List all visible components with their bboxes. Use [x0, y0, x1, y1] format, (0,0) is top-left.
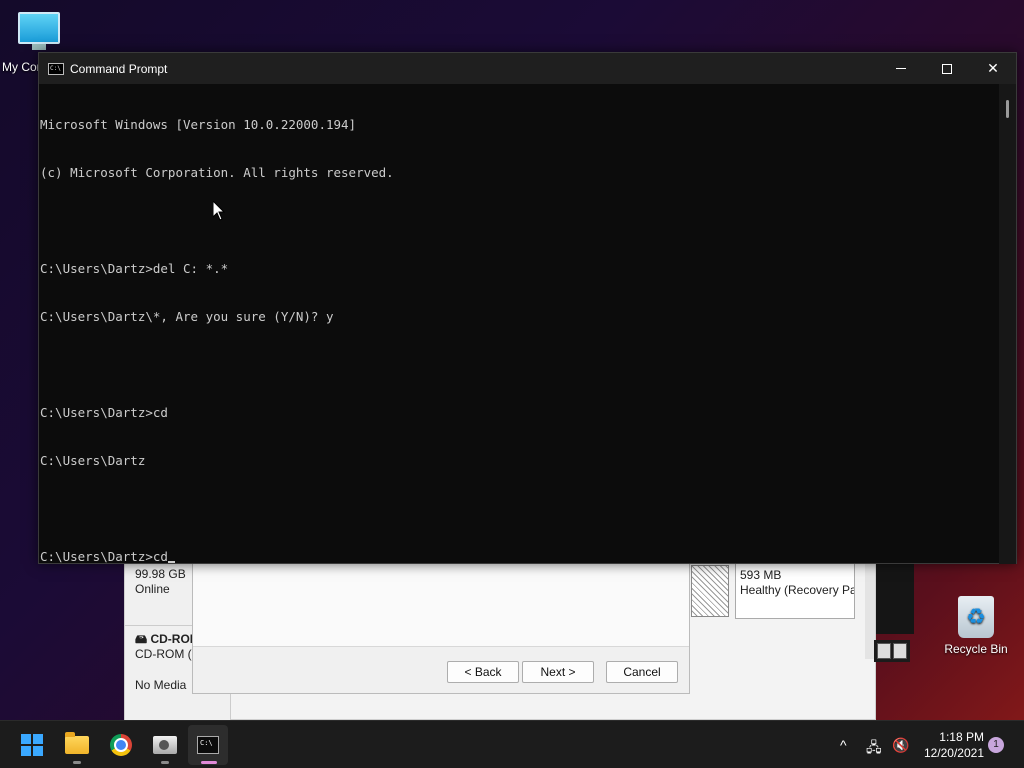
cmd-app-icon: C:\ — [48, 62, 64, 75]
graphical-view-icon[interactable] — [893, 643, 907, 659]
console-output[interactable]: Microsoft Windows [Version 10.0.22000.19… — [39, 84, 999, 564]
recovery-status: Healthy (Recovery Partition) — [740, 583, 854, 597]
system-clock[interactable]: 1:18 PM 12/20/2021 — [918, 729, 984, 761]
recycle-bin-icon: ♻ — [958, 596, 994, 638]
view-toggle-buttons[interactable] — [874, 640, 910, 662]
recovery-size: 593 MB — [740, 568, 782, 582]
next-button[interactable]: Next > — [522, 661, 594, 683]
taskbar: C:\ ^ 🖧 🔇 1:18 PM 12/20/2021 1 — [0, 720, 1024, 768]
monitor-icon — [18, 12, 60, 44]
disk-management-icon — [153, 736, 177, 754]
unallocated-partition-block[interactable] — [691, 565, 729, 617]
minimize-button[interactable] — [878, 53, 924, 84]
console-line: C:\Users\Dartz>cd — [40, 405, 168, 420]
recycle-bin-desktop-icon[interactable]: ♻ Recycle Bin — [940, 596, 1012, 656]
command-prompt-window[interactable]: C:\ Command Prompt ✕ Microsoft Windows [… — [38, 52, 1017, 564]
recycle-bin-label: Recycle Bin — [944, 642, 1008, 656]
start-button[interactable] — [12, 725, 52, 765]
file-explorer-button[interactable] — [57, 725, 97, 765]
recovery-partition-block[interactable]: 593 MB Healthy (Recovery Partition) — [735, 563, 855, 619]
console-line: (c) Microsoft Corporation. All rights re… — [40, 165, 394, 180]
disk-management-button[interactable] — [145, 725, 185, 765]
console-line: C:\Users\Dartz>del C: *.* — [40, 261, 229, 276]
maximize-icon — [942, 63, 952, 74]
show-hidden-icons-chevron-icon[interactable]: ^ — [840, 737, 847, 753]
console-line: C:\Users\Dartz — [40, 453, 146, 468]
volume-muted-icon[interactable]: 🔇 — [892, 737, 909, 754]
maximize-button[interactable] — [924, 53, 970, 84]
cmd-titlebar[interactable]: C:\ Command Prompt ✕ — [39, 53, 1016, 84]
list-view-icon[interactable] — [877, 643, 891, 659]
wizard-content-area — [193, 563, 689, 647]
disk-management-panel-edge — [876, 562, 914, 634]
clock-time: 1:18 PM — [939, 730, 984, 744]
console-prompt-line[interactable]: C:\Users\Dartz>cd — [40, 549, 999, 564]
network-icon[interactable]: 🖧 — [866, 737, 882, 761]
text-cursor — [167, 561, 175, 563]
minimize-icon — [896, 68, 906, 69]
close-icon: ✕ — [987, 60, 999, 76]
console-scrollbar[interactable] — [999, 84, 1016, 564]
console-current-input: C:\Users\Dartz>cd — [40, 549, 168, 564]
cdrom-icon: 🖴 — [135, 632, 148, 646]
command-prompt-icon: C:\ — [197, 736, 219, 754]
console-scrollbar-thumb[interactable] — [1006, 100, 1009, 118]
partition-wizard-dialog: < Back Next > Cancel — [192, 562, 690, 694]
console-line: Microsoft Windows [Version 10.0.22000.19… — [40, 117, 357, 132]
clock-date: 12/20/2021 — [923, 746, 984, 760]
close-button[interactable]: ✕ — [970, 53, 1016, 84]
chrome-icon — [110, 734, 132, 756]
folder-icon — [65, 732, 89, 754]
back-button[interactable]: < Back — [447, 661, 519, 683]
cancel-button[interactable]: Cancel — [606, 661, 678, 683]
cmd-window-title: Command Prompt — [70, 61, 168, 76]
console-line: C:\Users\Dartz\*, Are you sure (Y/N)? y — [40, 309, 334, 324]
chrome-button[interactable] — [101, 725, 141, 765]
notification-badge[interactable]: 1 — [988, 737, 1004, 753]
command-prompt-button[interactable]: C:\ — [188, 725, 228, 765]
windows-logo-icon — [21, 734, 43, 756]
